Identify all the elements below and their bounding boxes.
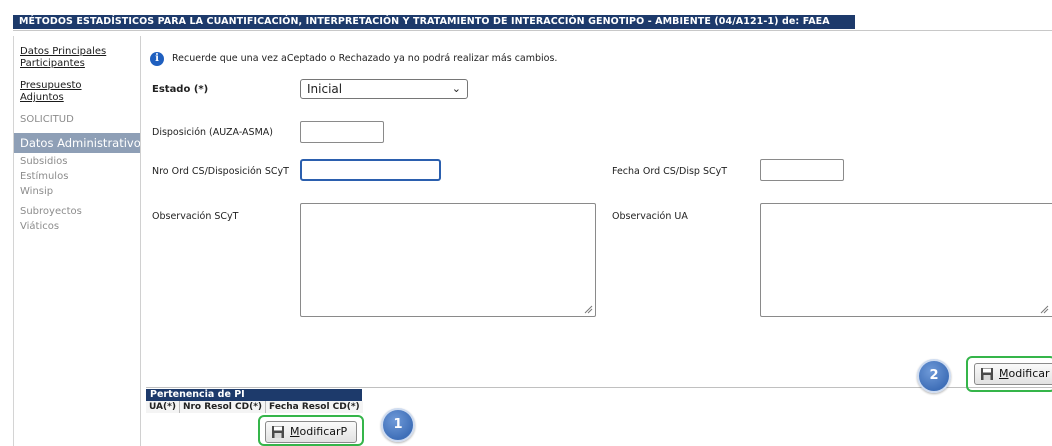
resize-grip-icon[interactable]: [583, 304, 593, 314]
obs-scyt-label: Observación SCyT: [152, 211, 239, 222]
floppy-disk-icon: [272, 426, 284, 438]
sidebar-item-adjuntos[interactable]: Adjuntos: [14, 92, 140, 104]
modificarp-button-label: odificarP: [299, 425, 348, 438]
sidebar-item-participantes[interactable]: Participantes: [14, 58, 140, 70]
info-icon: i: [150, 52, 164, 66]
modificar-button-accesskey: M: [999, 367, 1009, 380]
floppy-disk-icon: [981, 368, 993, 380]
estado-select-value: Inicial: [307, 82, 343, 96]
modificarp-button[interactable]: ModificarP: [265, 421, 357, 443]
modificarp-button-accesskey: M: [290, 425, 300, 438]
sidebar-divider: [140, 36, 141, 446]
section-divider: [146, 387, 1052, 388]
resize-grip-icon[interactable]: [1039, 304, 1049, 314]
disposicion-label: Disposición (AUZA-ASMA): [152, 127, 273, 138]
obs-ua-textarea[interactable]: [760, 203, 1052, 317]
disposicion-input[interactable]: [300, 121, 384, 143]
annotation-badge-2: 2: [917, 359, 951, 393]
pertenencia-col-nro-resol: Nro Resol CD(*): [180, 401, 267, 413]
fecha-ord-label: Fecha Ord CS/Disp SCyT: [612, 166, 728, 177]
sidebar-item-viaticos[interactable]: Viáticos: [14, 221, 140, 233]
pertenencia-title: Pertenencia de PI: [146, 389, 362, 401]
pertenencia-table-header: UA(*) Nro Resol CD(*) Fecha Resol CD(*): [146, 401, 363, 413]
nro-ord-input[interactable]: [300, 159, 441, 181]
modificar-button[interactable]: Modificar: [974, 363, 1052, 385]
pertenencia-col-ua: UA(*): [146, 401, 180, 413]
sidebar-item-presupuesto[interactable]: Presupuesto: [14, 80, 140, 92]
sidebar-item-solicitud[interactable]: SOLICITUD: [14, 114, 140, 126]
nro-ord-label: Nro Ord CS/Disposición SCyT: [152, 166, 289, 177]
sidebar: Datos Principales Participantes Presupue…: [13, 36, 147, 446]
pertenencia-col-fecha-resol: Fecha Resol CD(*): [269, 402, 360, 412]
obs-ua-label: Observación UA: [612, 211, 688, 222]
fecha-ord-input[interactable]: [760, 159, 844, 181]
chevron-down-icon: ⌄: [451, 82, 461, 95]
annotation-badge-1: 1: [381, 408, 415, 442]
obs-scyt-textarea[interactable]: [300, 203, 596, 317]
notice-banner: i Recuerde que una vez aCeptado o Rechaz…: [146, 48, 1052, 70]
sidebar-item-subsidios[interactable]: Subsidios: [14, 156, 140, 168]
sidebar-item-estimulos[interactable]: Estímulos: [14, 171, 140, 183]
sidebar-item-subroyectos[interactable]: Subroyectos: [14, 206, 140, 218]
sidebar-item-datos-administrativos[interactable]: Datos Administrativos: [14, 133, 147, 153]
sidebar-item-datos-principales[interactable]: Datos Principales: [14, 46, 140, 58]
title-divider: [13, 30, 1052, 31]
estado-label: Estado (*): [152, 84, 209, 95]
modificar-button-label: odificar: [1008, 367, 1050, 380]
estado-select[interactable]: Inicial ⌄: [300, 79, 468, 99]
notice-text: Recuerde que una vez aCeptado o Rechazad…: [172, 53, 558, 64]
page-title: MÉTODOS ESTADÍSTICOS PARA LA CUANTIFICAC…: [13, 15, 855, 29]
sidebar-item-winsip[interactable]: Winsip: [14, 186, 140, 198]
